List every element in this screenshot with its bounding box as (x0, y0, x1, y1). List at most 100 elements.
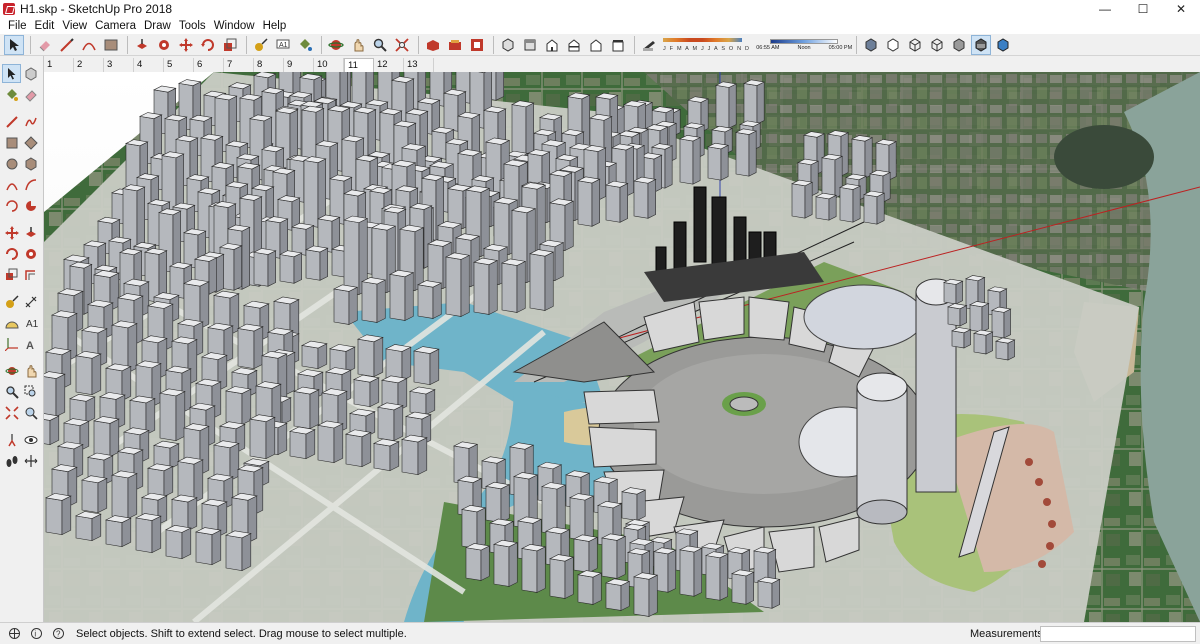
menu-view[interactable]: View (58, 20, 91, 32)
close-button[interactable]: ✕ (1162, 0, 1200, 18)
menu-tools[interactable]: Tools (175, 20, 210, 32)
zoom-extents-icon[interactable] (392, 35, 412, 55)
position-camera-icon[interactable] (2, 430, 21, 449)
text-tool-icon[interactable]: A1 (273, 35, 293, 55)
pie-icon[interactable] (21, 196, 40, 215)
wireframe-style-icon[interactable] (905, 35, 925, 55)
iso-view-icon[interactable] (498, 35, 518, 55)
paint-icon[interactable] (2, 85, 21, 104)
section-plane-icon[interactable] (21, 451, 40, 470)
shaded-textures-style-icon[interactable] (971, 34, 992, 55)
model-viewport[interactable] (44, 72, 1200, 622)
tab-scene-12[interactable]: 12 (374, 58, 404, 72)
pan-tool-icon[interactable] (21, 361, 40, 380)
eraser-icon[interactable] (35, 35, 55, 55)
move-icon[interactable] (176, 35, 196, 55)
freehand-icon[interactable] (21, 112, 40, 131)
orbit-icon[interactable] (326, 35, 346, 55)
arc-icon[interactable] (79, 35, 99, 55)
push-pull-icon[interactable] (132, 35, 152, 55)
zoom-tool-icon[interactable] (2, 382, 21, 401)
push-pull-tool-icon[interactable] (21, 223, 40, 242)
offset-icon[interactable] (21, 265, 40, 284)
pencil-line-icon[interactable] (57, 35, 77, 55)
follow-me-tool-icon[interactable] (21, 244, 40, 263)
paint-bucket-icon[interactable] (295, 35, 315, 55)
zoom-extents-tool-icon[interactable] (2, 403, 21, 422)
tab-scene-2[interactable]: 2 (74, 58, 104, 72)
right-view-icon[interactable] (564, 35, 584, 55)
select-tool-icon[interactable] (4, 34, 24, 55)
tab-scene-11[interactable]: 11 (344, 58, 374, 72)
protractor-icon[interactable] (2, 313, 21, 332)
pan-icon[interactable] (348, 35, 368, 55)
arc-tool-icon[interactable] (2, 175, 21, 194)
monochrome-style-icon[interactable] (993, 35, 1013, 55)
credits-icon[interactable]: i (28, 626, 44, 642)
tab-scene-9[interactable]: 9 (284, 58, 314, 72)
geo-location-icon[interactable] (6, 626, 22, 642)
layout-icon[interactable] (467, 35, 487, 55)
look-around-icon[interactable] (21, 430, 40, 449)
tab-scene-4[interactable]: 4 (134, 58, 164, 72)
tab-scene-6[interactable]: 6 (194, 58, 224, 72)
rotated-rectangle-icon[interactable] (21, 133, 40, 152)
rotate-tool-icon[interactable] (2, 244, 21, 263)
scale-tool-icon[interactable] (2, 265, 21, 284)
tape-measure-tool-icon[interactable] (2, 292, 21, 311)
menu-help[interactable]: Help (259, 20, 291, 32)
circle-icon[interactable] (2, 154, 21, 173)
hidden-line-style-icon[interactable] (927, 35, 947, 55)
three-point-arc-icon[interactable] (2, 196, 21, 215)
tab-scene-5[interactable]: 5 (164, 58, 194, 72)
xray-style-icon[interactable] (861, 35, 881, 55)
front-view-icon[interactable] (542, 35, 562, 55)
tab-scene-13[interactable]: 13 (404, 58, 434, 72)
tape-measure-icon[interactable] (251, 35, 271, 55)
menu-camera[interactable]: Camera (91, 20, 140, 32)
eraser-tool-icon[interactable] (21, 85, 40, 104)
rectangle-tool-icon[interactable] (2, 133, 21, 152)
shadow-time-slider[interactable]: 06:55 AM Noon 05:00 PM (756, 38, 852, 51)
scale-icon[interactable] (220, 35, 240, 55)
follow-me-icon[interactable] (154, 35, 174, 55)
text-icon[interactable]: A1 (21, 313, 40, 332)
back-view-icon[interactable] (586, 35, 606, 55)
left-view-icon[interactable] (608, 35, 628, 55)
previous-view-icon[interactable] (21, 403, 40, 422)
menu-draw[interactable]: Draw (140, 20, 175, 32)
maximize-button[interactable]: ☐ (1124, 0, 1162, 18)
3d-warehouse-icon[interactable] (423, 35, 443, 55)
shadows-toggle-icon[interactable] (639, 35, 659, 55)
rotate-icon[interactable] (198, 35, 218, 55)
move-tool-icon[interactable] (2, 223, 21, 242)
extension-warehouse-icon[interactable] (445, 35, 465, 55)
tab-scene-3[interactable]: 3 (104, 58, 134, 72)
two-point-arc-icon[interactable] (21, 175, 40, 194)
tab-scene-1[interactable]: 1 (44, 58, 74, 72)
tab-scene-7[interactable]: 7 (224, 58, 254, 72)
orbit-tool-icon[interactable] (2, 361, 21, 380)
axes-icon[interactable] (2, 334, 21, 353)
rectangle-icon[interactable] (101, 35, 121, 55)
select-icon[interactable] (2, 64, 21, 83)
menu-window[interactable]: Window (210, 20, 259, 32)
make-component-icon[interactable] (21, 64, 40, 83)
tab-scene-8[interactable]: 8 (254, 58, 284, 72)
measurements-input[interactable] (1040, 626, 1196, 642)
menu-file[interactable]: File (4, 20, 31, 32)
tab-scene-10[interactable]: 10 (314, 58, 344, 72)
help-icon[interactable]: ? (50, 626, 66, 642)
shaded-style-icon[interactable] (949, 35, 969, 55)
dimension-icon[interactable] (21, 292, 40, 311)
walk-icon[interactable] (2, 451, 21, 470)
polygon-icon[interactable] (21, 154, 40, 173)
back-edges-style-icon[interactable] (883, 35, 903, 55)
minimize-button[interactable]: — (1086, 0, 1124, 18)
zoom-icon[interactable] (370, 35, 390, 55)
line-icon[interactable] (2, 112, 21, 131)
shadow-month-slider[interactable]: J F M A M J J A S O N D (663, 37, 750, 53)
3d-text-icon[interactable]: A (21, 334, 40, 353)
top-view-icon[interactable] (520, 35, 540, 55)
zoom-window-icon[interactable] (21, 382, 40, 401)
